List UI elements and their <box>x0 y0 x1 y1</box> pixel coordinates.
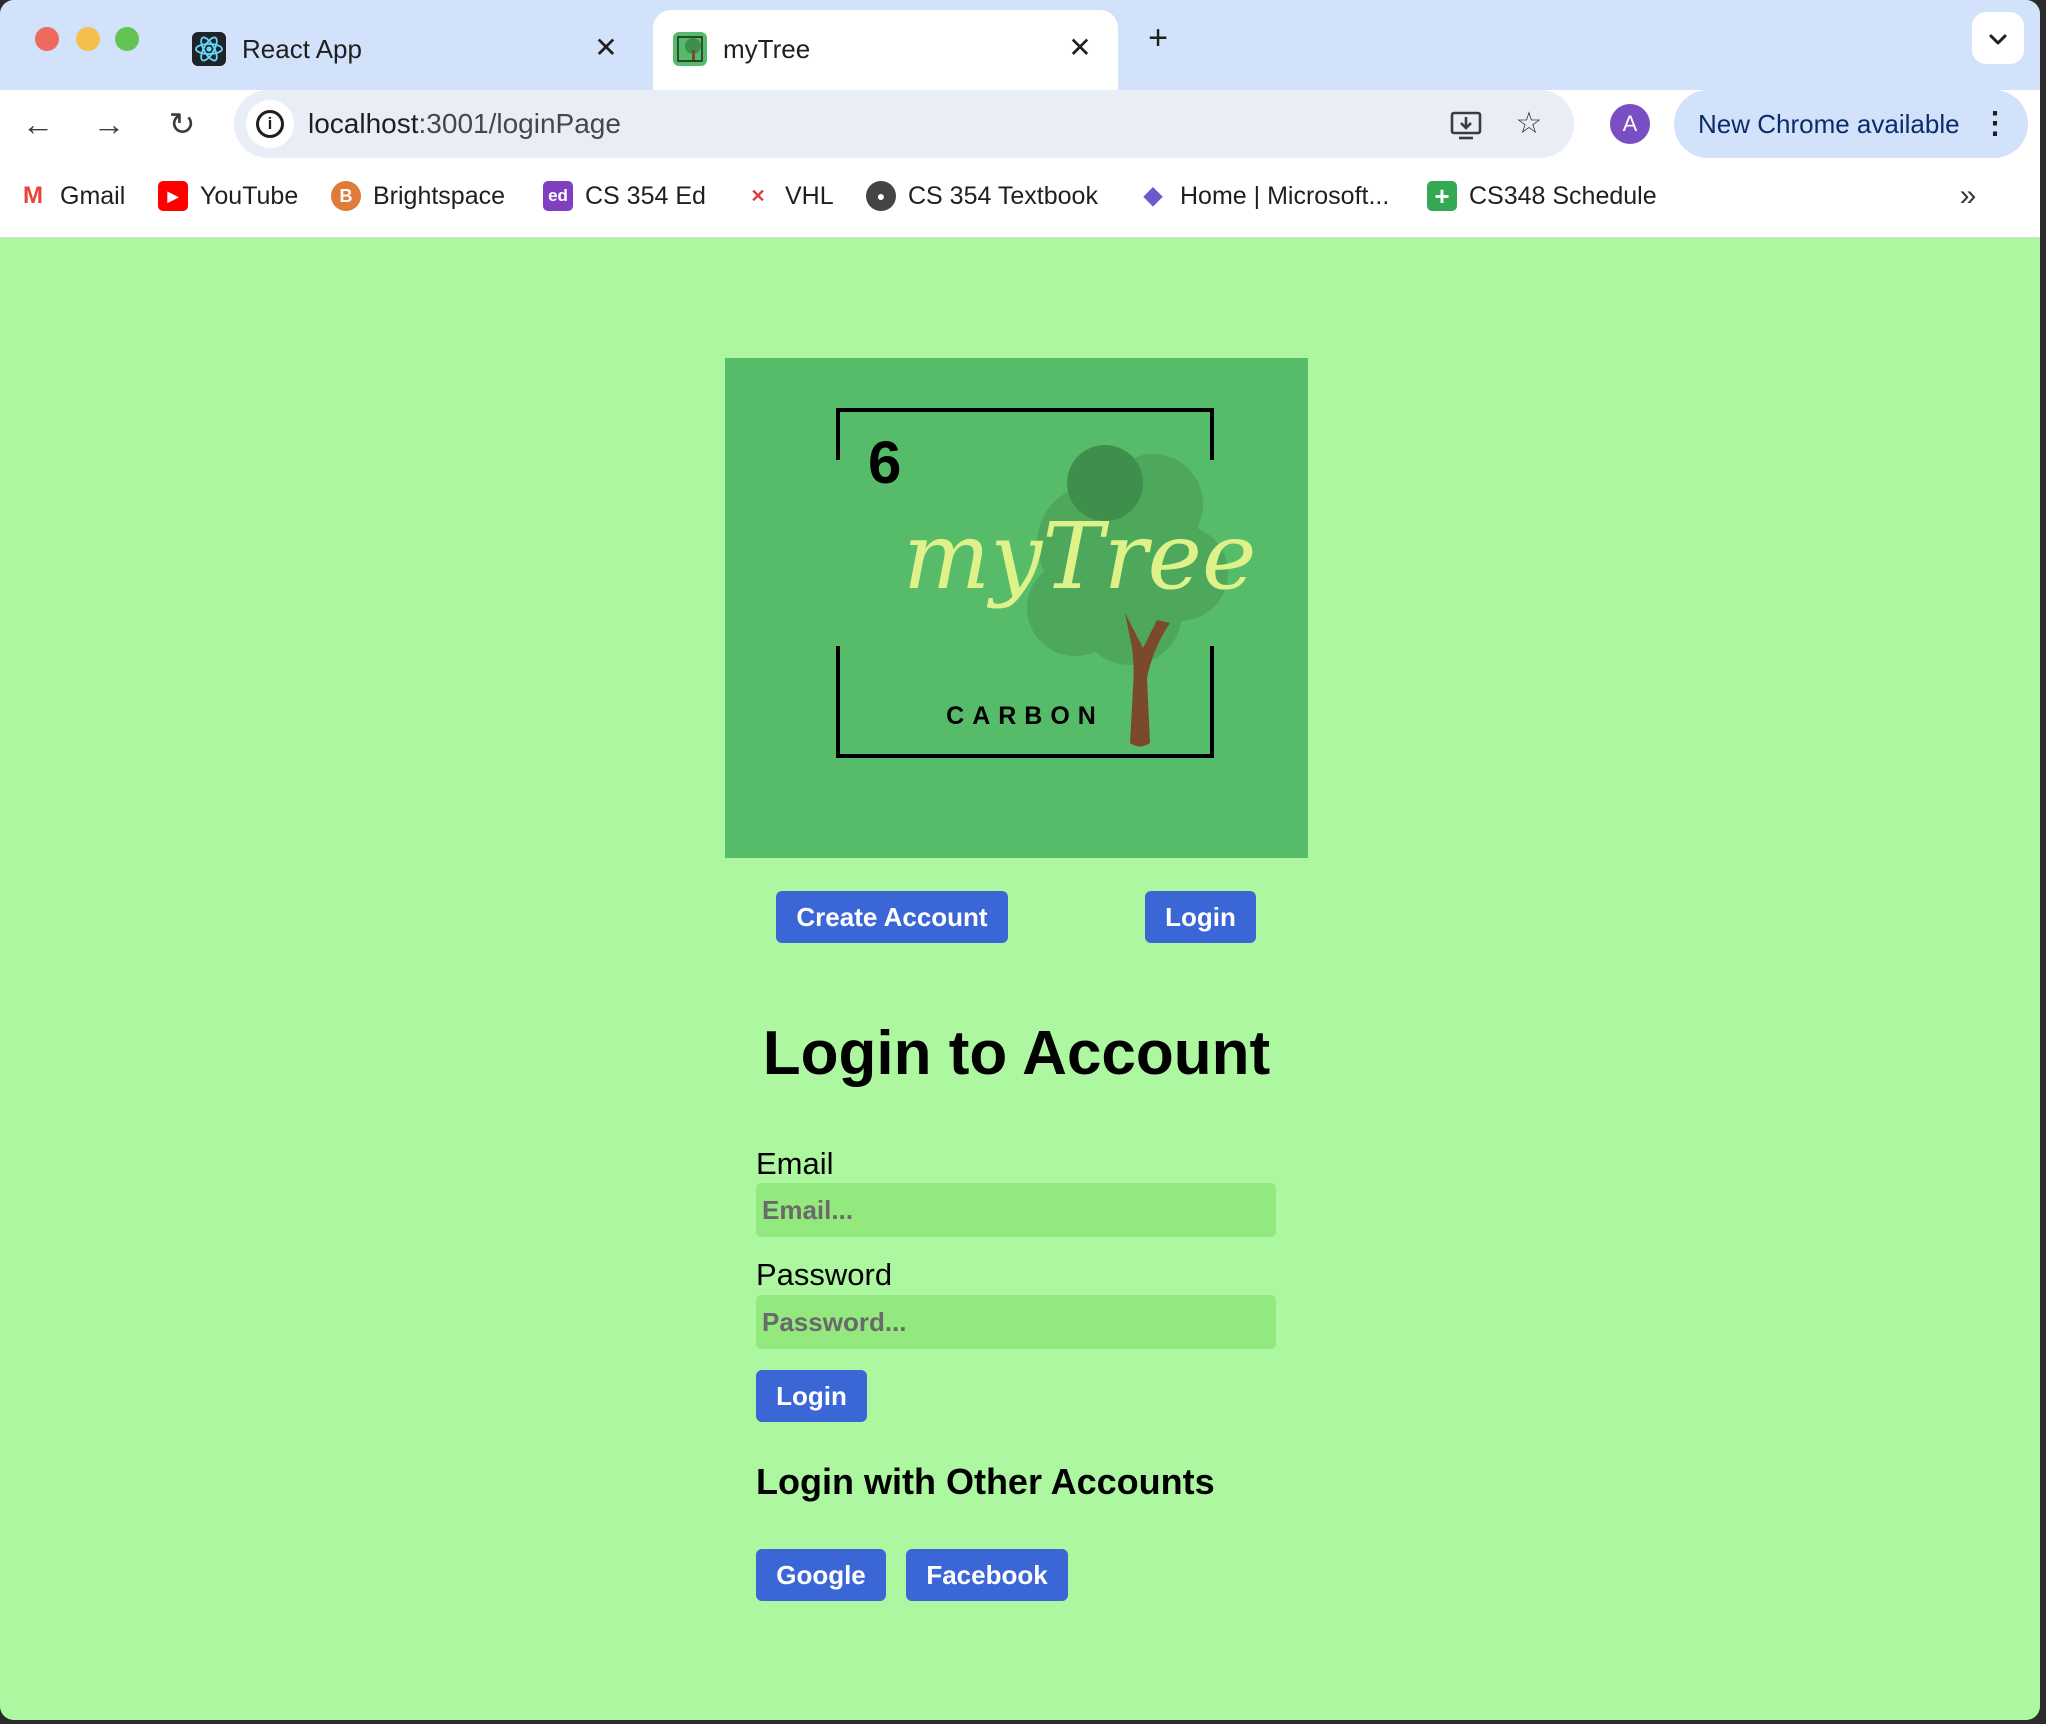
bookmark-brightspace[interactable]: B Brightspace <box>331 178 505 214</box>
tab-title: myTree <box>723 34 811 64</box>
microsoft-icon: ◆ <box>1138 181 1168 211</box>
url-text[interactable]: localhost:3001/loginPage <box>308 106 621 142</box>
logo-caption: CARBON <box>946 702 1104 730</box>
tab-mytree[interactable]: myTree ✕ <box>653 10 1118 90</box>
bookmark-label: CS 354 Ed <box>585 181 706 210</box>
browser-window: React App ✕ myTree ✕ + ← → ↻ i localhost… <box>0 0 2040 1720</box>
bookmark-label: YouTube <box>200 181 299 210</box>
mytree-logo: 6 myTree CARBON <box>725 358 1308 858</box>
browser-toolbar: ← → ↻ i localhost:3001/loginPage ☆ A New… <box>0 90 2040 158</box>
reload-button[interactable]: ↻ <box>156 98 208 150</box>
profile-avatar[interactable]: A <box>1610 104 1650 144</box>
update-chip-label: New Chrome available <box>1698 109 1960 139</box>
password-field[interactable] <box>756 1295 1276 1349</box>
nav-login-button[interactable]: Login <box>1145 891 1256 943</box>
bookmark-label: CS348 Schedule <box>1469 181 1657 210</box>
sheets-icon: + <box>1427 181 1457 211</box>
brightspace-icon: B <box>331 181 361 211</box>
tab-strip: React App ✕ myTree ✕ + <box>0 0 2040 90</box>
maximize-window-button[interactable] <box>115 27 139 51</box>
bookmark-label: Gmail <box>60 181 126 210</box>
vhl-icon: ✕ <box>743 181 773 211</box>
tab-search-button[interactable] <box>1972 12 2024 64</box>
bookmark-youtube[interactable]: ▶ YouTube <box>158 178 298 214</box>
mytree-logo-icon <box>673 32 707 66</box>
gmail-icon: M <box>18 181 48 211</box>
react-logo-icon <box>192 32 226 66</box>
login-page: 6 myTree CARBON Create Account Login Log… <box>0 238 2040 1720</box>
address-bar[interactable]: i localhost:3001/loginPage ☆ <box>234 90 1574 158</box>
info-icon: i <box>256 109 284 138</box>
bookmark-label: Home | Microsoft... <box>1180 181 1390 210</box>
email-label: Email <box>756 1146 834 1181</box>
google-login-button[interactable]: Google <box>756 1549 886 1601</box>
bookmark-label: VHL <box>785 181 834 210</box>
chevron-down-icon <box>1989 34 2007 45</box>
page-title: Login to Account <box>762 1019 1271 1088</box>
tab-react-app[interactable]: React App ✕ <box>172 10 644 90</box>
login-submit-button[interactable]: Login <box>756 1370 867 1422</box>
bookmark-cs354-textbook[interactable]: ● CS 354 Textbook <box>866 178 1098 214</box>
more-bookmarks-icon[interactable]: » <box>1948 178 1988 218</box>
bookmark-star-icon[interactable]: ☆ <box>1507 102 1551 146</box>
bookmark-label: Brightspace <box>373 181 506 210</box>
email-field[interactable] <box>756 1183 1276 1237</box>
close-window-button[interactable] <box>35 27 59 51</box>
url-path: :3001/loginPage <box>418 108 621 139</box>
youtube-icon: ▶ <box>158 181 188 211</box>
forward-button[interactable]: → <box>83 98 135 150</box>
bookmark-cs354-ed[interactable]: ed CS 354 Ed <box>543 178 706 214</box>
close-tab-icon[interactable]: ✕ <box>588 30 624 66</box>
bookmark-gmail[interactable]: M Gmail <box>18 178 125 214</box>
bookmark-vhl[interactable]: ✕ VHL <box>743 178 834 214</box>
bookmark-label: CS 354 Textbook <box>908 181 1098 210</box>
bookmark-cs348-schedule[interactable]: + CS348 Schedule <box>1427 178 1657 214</box>
update-chrome-chip[interactable]: New Chrome available ⋮ <box>1674 90 2028 158</box>
create-account-button[interactable]: Create Account <box>776 891 1008 943</box>
password-label: Password <box>756 1257 893 1292</box>
facebook-login-button[interactable]: Facebook <box>906 1549 1068 1601</box>
tab-title: React App <box>242 34 362 64</box>
logo-number: 6 <box>868 429 901 496</box>
close-tab-icon[interactable]: ✕ <box>1062 30 1098 66</box>
globe-icon: ● <box>866 181 896 211</box>
logo-script-text: myTree <box>903 503 1256 610</box>
url-host: localhost <box>308 108 419 139</box>
more-menu-icon[interactable]: ⋮ <box>1980 104 2010 144</box>
bookmark-microsoft[interactable]: ◆ Home | Microsoft... <box>1138 178 1389 214</box>
bookmarks-bar: M Gmail ▶ YouTube B Brightspace ed CS 35… <box>0 158 2040 238</box>
ed-icon: ed <box>543 181 573 211</box>
site-info-button[interactable]: i <box>246 100 294 148</box>
minimize-window-button[interactable] <box>76 27 100 51</box>
install-app-icon[interactable] <box>1444 102 1488 146</box>
social-login-heading: Login with Other Accounts <box>756 1461 1215 1502</box>
new-tab-button[interactable]: + <box>1138 18 1178 58</box>
back-button[interactable]: ← <box>12 98 64 150</box>
